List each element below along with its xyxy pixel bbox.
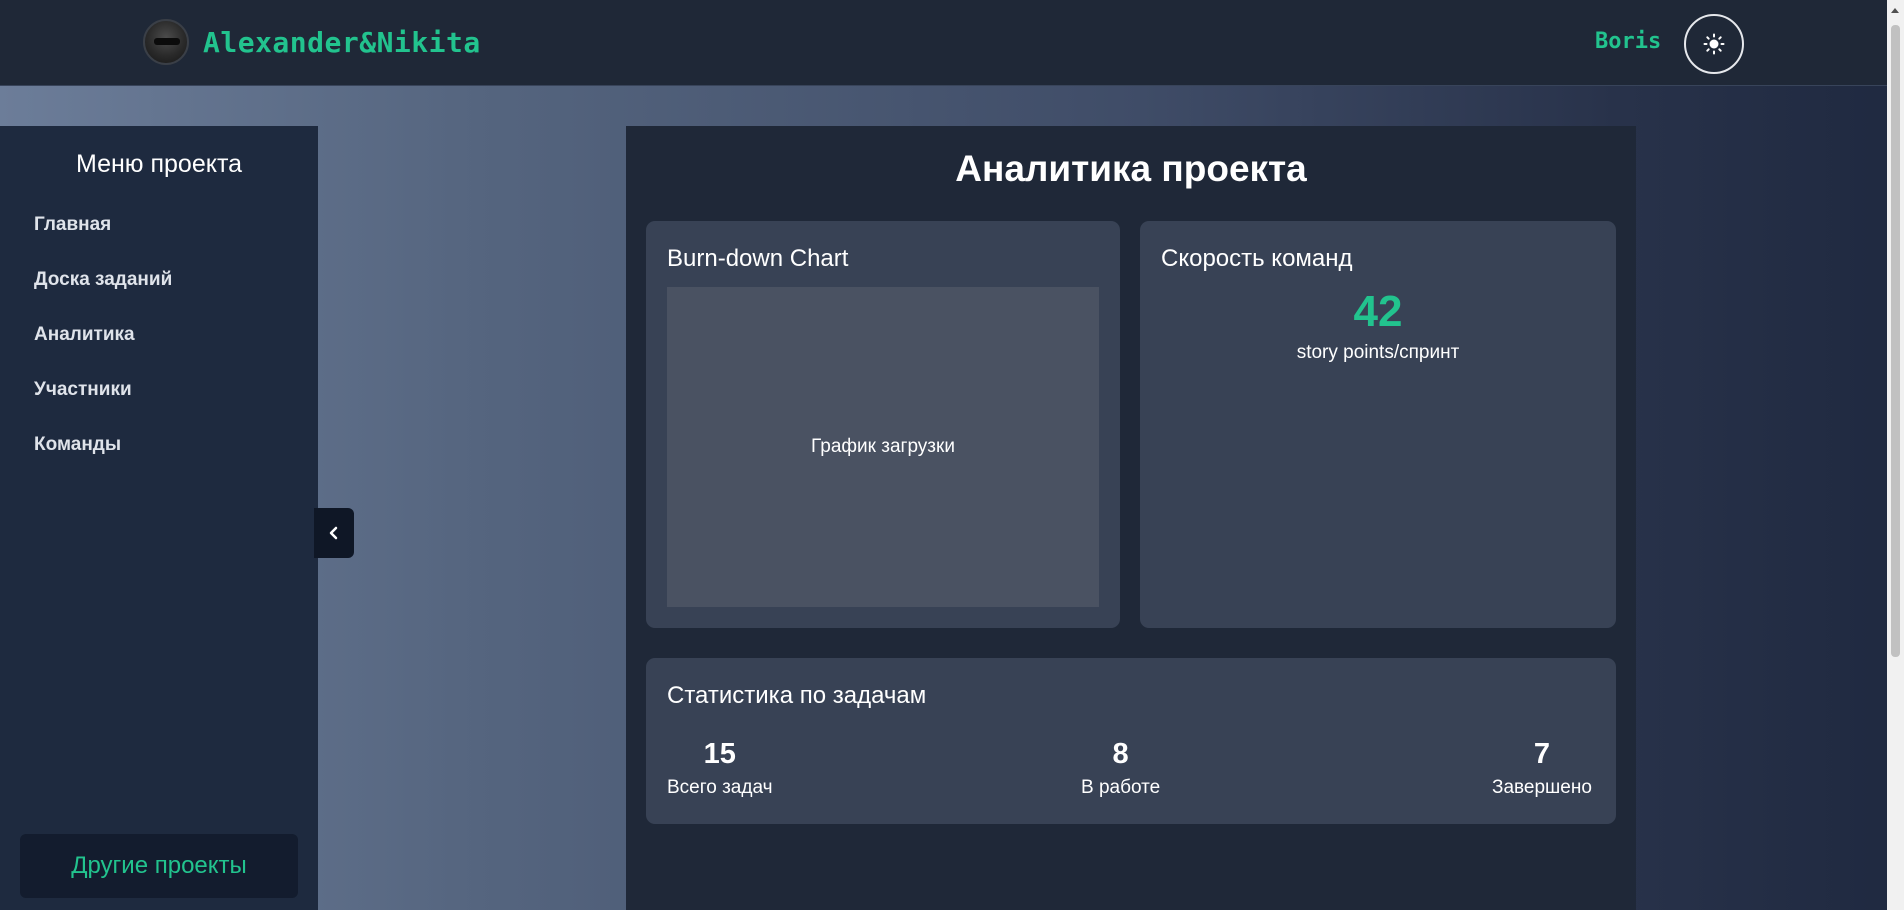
stat-done-label: Завершено <box>1492 777 1592 798</box>
theme-toggle-button[interactable] <box>1684 14 1744 74</box>
avatar <box>143 19 189 65</box>
stat-total-value: 15 <box>703 738 736 770</box>
other-projects-button[interactable]: Другие проекты <box>20 834 298 898</box>
brand[interactable]: Alexander&Nikita <box>143 19 481 65</box>
chevron-left-icon <box>329 526 338 540</box>
sidebar-collapse-button[interactable] <box>314 508 354 558</box>
burndown-placeholder-text: График загрузки <box>811 436 955 457</box>
top-bar: Alexander&Nikita Boris <box>0 0 1887 86</box>
burndown-chart-placeholder: График загрузки <box>667 287 1099 607</box>
analytics-panel: Аналитика проекта Burn-down Chart График… <box>626 126 1636 910</box>
stat-done-value: 7 <box>1533 738 1551 770</box>
sidebar-item-home[interactable]: Главная <box>34 214 172 269</box>
task-stats-card: Статистика по задачам 15 Всего задач 8 В… <box>646 658 1616 824</box>
page-scrollbar[interactable] <box>1887 0 1904 910</box>
stat-in-progress-label: В работе <box>1081 777 1161 798</box>
project-sidebar: Меню проекта Главная Доска заданий Анали… <box>0 126 318 910</box>
stat-total: 15 Всего задач <box>667 738 773 799</box>
scrollbar-thumb[interactable] <box>1891 25 1900 657</box>
stat-total-label: Всего задач <box>667 777 773 798</box>
stat-done: 7 Завершено <box>1492 738 1592 799</box>
burndown-title: Burn-down Chart <box>667 245 849 272</box>
page-title: Аналитика проекта <box>955 148 1307 189</box>
sidebar-item-teams[interactable]: Команды <box>34 434 172 489</box>
velocity-card: Скорость команд 42 story points/спринт <box>1140 221 1616 628</box>
sun-icon <box>1703 33 1725 55</box>
sidebar-menu: Главная Доска заданий Аналитика Участник… <box>34 214 172 489</box>
sidebar-item-task-board[interactable]: Доска заданий <box>34 269 172 324</box>
sidebar-item-analytics[interactable]: Аналитика <box>34 324 172 379</box>
scroll-up-arrow-icon[interactable] <box>1891 8 1899 13</box>
velocity-title: Скорость команд <box>1161 245 1353 272</box>
stat-in-progress: 8 В работе <box>1081 738 1160 799</box>
burndown-card: Burn-down Chart График загрузки <box>646 221 1120 628</box>
sidebar-title: Меню проекта <box>75 150 243 178</box>
velocity-unit: story points/спринт <box>1296 342 1460 363</box>
stat-in-progress-value: 8 <box>1112 738 1129 770</box>
velocity-value: 42 <box>1353 287 1403 336</box>
task-stats-title: Статистика по задачам <box>667 682 927 709</box>
brand-name: Alexander&Nikita <box>203 25 481 59</box>
sidebar-item-members[interactable]: Участники <box>34 379 172 434</box>
user-name[interactable]: Boris <box>1595 29 1661 54</box>
